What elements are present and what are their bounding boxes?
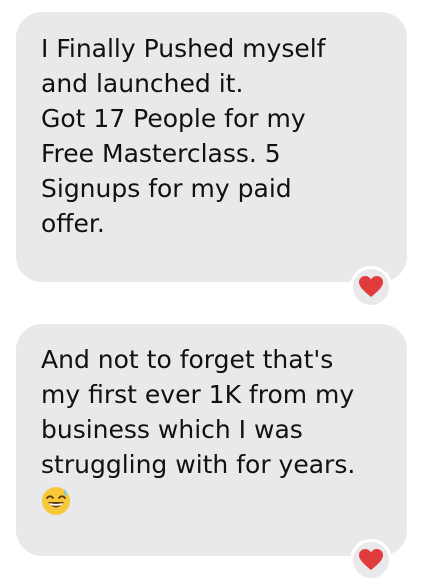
heart-reaction-icon	[359, 276, 383, 297]
grinning-face-with-sweat-emoji-icon	[42, 487, 70, 515]
message-text: And not to forget that's my first ever 1…	[41, 345, 356, 479]
heart-reaction-icon	[359, 549, 383, 570]
message-bubble[interactable]: And not to forget that's my first ever 1…	[16, 324, 407, 556]
message-thread: I Finally Pushed myself and launched it.…	[0, 0, 421, 585]
heart-reaction-badge[interactable]	[350, 539, 392, 581]
message-bubble[interactable]: I Finally Pushed myself and launched it.…	[16, 12, 407, 282]
heart-reaction-badge[interactable]	[350, 266, 392, 308]
message-text: I Finally Pushed myself and launched it.…	[41, 34, 326, 238]
